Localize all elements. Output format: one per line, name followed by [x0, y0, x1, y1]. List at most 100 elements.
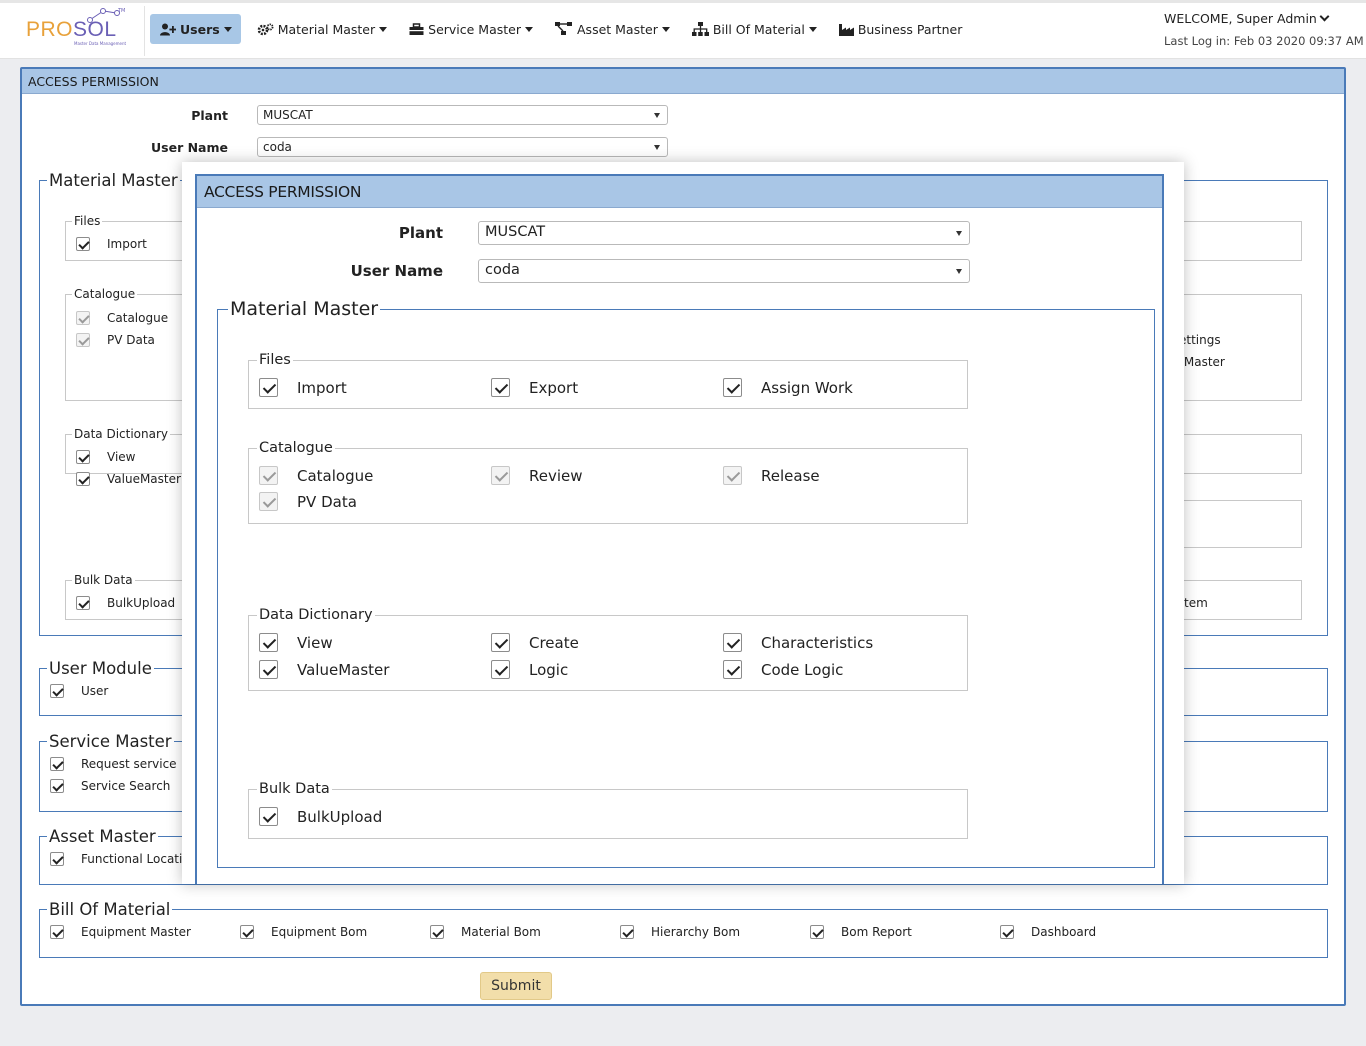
overlay-username-select[interactable]: coda [478, 259, 970, 283]
zoom-overlay: ACCESS PERMISSION Plant MUSCAT User Name… [182, 162, 1184, 884]
nav-asset-master[interactable]: Asset Master [555, 14, 670, 44]
plant-select[interactable]: MUSCAT [257, 105, 668, 125]
checkbox-catalogue[interactable]: Catalogue [76, 311, 168, 325]
overlay-checkbox-bulkupload[interactable]: BulkUpload [259, 807, 382, 826]
checkbox-bulkupload[interactable]: BulkUpload [76, 596, 175, 610]
checkbox[interactable] [76, 472, 90, 486]
caret-down-icon [379, 26, 388, 32]
checkbox[interactable] [723, 633, 742, 652]
checkbox[interactable] [76, 311, 90, 325]
checkbox-label: ValueMaster [297, 660, 390, 679]
overlay-checkbox-import[interactable]: Import [259, 378, 347, 397]
overlay-plant-select[interactable]: MUSCAT [478, 221, 970, 245]
overlay-checkbox-release[interactable]: Release [723, 466, 820, 485]
asset-master-legend: Asset Master [49, 827, 156, 846]
checkbox[interactable] [491, 378, 510, 397]
nav-bill-of-material[interactable]: Bill Of Material [691, 14, 817, 44]
checkbox[interactable] [50, 852, 64, 866]
overlay-checkbox-code-logic[interactable]: Code Logic [723, 660, 843, 679]
checkbox[interactable] [723, 378, 742, 397]
overlay-checkbox-valuemaster[interactable]: ValueMaster [259, 660, 389, 679]
checkbox[interactable] [50, 779, 64, 793]
nav-material-master[interactable]: Material Master [257, 14, 388, 44]
welcome-user-menu[interactable]: WELCOME, Super Admin [1164, 11, 1330, 26]
checkbox[interactable] [259, 660, 278, 679]
checkbox[interactable] [430, 925, 444, 939]
overlay-data-dictionary-group: Data Dictionary View Create Characterist… [248, 607, 968, 691]
checkbox[interactable] [491, 466, 510, 485]
gears-icon [257, 23, 274, 35]
checkbox-equipment-master[interactable]: Equipment Master [50, 925, 191, 939]
checkbox-import[interactable]: Import [76, 237, 147, 251]
checkbox[interactable] [50, 757, 64, 771]
prosol-logo[interactable]: PROSOL TM Master Data Management [26, 7, 146, 53]
checkbox[interactable] [240, 925, 254, 939]
overlay-checkbox-create[interactable]: Create [491, 633, 579, 652]
checkbox[interactable] [810, 925, 824, 939]
checkbox-equipment-bom[interactable]: Equipment Bom [240, 925, 367, 939]
checkbox[interactable] [723, 466, 742, 485]
checkbox-label: Logic [529, 660, 569, 679]
checkbox-bom-report[interactable]: Bom Report [810, 925, 912, 939]
checkbox[interactable] [259, 378, 278, 397]
checkbox-hierarchy-bom[interactable]: Hierarchy Bom [620, 925, 740, 939]
username-select[interactable]: coda [257, 137, 668, 157]
overlay-checkbox-catalogue[interactable]: Catalogue [259, 466, 373, 485]
overlay-checkbox-characteristics[interactable]: Characteristics [723, 633, 873, 652]
checkbox-material-bom[interactable]: Material Bom [430, 925, 541, 939]
nav-service-master-label: Service Master [428, 21, 521, 37]
checkbox[interactable] [491, 633, 510, 652]
caret-down-icon [808, 26, 817, 32]
checkbox-user[interactable]: User [50, 684, 108, 698]
checkbox-label: Create [529, 633, 579, 652]
caret-down-icon [525, 26, 533, 32]
overlay-plant-row: Plant MUSCAT [197, 221, 970, 245]
checkbox-dashboard[interactable]: Dashboard [1000, 925, 1096, 939]
checkbox[interactable] [1000, 925, 1014, 939]
data-dictionary-legend: Data Dictionary [74, 427, 169, 441]
checkbox[interactable] [50, 684, 64, 698]
checkbox-label: View [107, 450, 136, 464]
submit-button[interactable]: Submit [480, 972, 552, 1000]
checkbox[interactable] [491, 660, 510, 679]
checkbox-label: PV Data [107, 333, 155, 347]
checkbox-label: Export [529, 378, 579, 397]
overlay-panel-title: ACCESS PERMISSION [197, 176, 1162, 208]
checkbox[interactable] [723, 660, 742, 679]
checkbox-label: View [297, 633, 333, 652]
checkbox-label: BulkUpload [107, 596, 176, 610]
logo-wordmark: PROSOL [26, 18, 117, 41]
checkbox[interactable] [76, 450, 90, 464]
nav-users[interactable]: Users [150, 14, 241, 44]
checkbox-view[interactable]: View [76, 450, 135, 464]
service-master-legend: Service Master [49, 732, 172, 751]
checkbox-label: Review [529, 466, 583, 485]
overlay-checkbox-review[interactable]: Review [491, 466, 583, 485]
checkbox[interactable] [259, 633, 278, 652]
overlay-checkbox-logic[interactable]: Logic [491, 660, 568, 679]
material-master-legend: Material Master [49, 171, 178, 190]
checkbox[interactable] [76, 596, 90, 610]
checkbox[interactable] [620, 925, 634, 939]
checkbox[interactable] [259, 466, 278, 485]
overlay-checkbox-pv-data[interactable]: PV Data [259, 492, 357, 511]
checkbox[interactable] [50, 925, 64, 939]
overlay-material-master-legend: Material Master [230, 298, 379, 320]
checkbox-service-search[interactable]: Service Search [50, 779, 170, 793]
checkbox[interactable] [76, 237, 90, 251]
overlay-checkbox-assign-work[interactable]: Assign Work [723, 378, 853, 397]
checkbox[interactable] [259, 492, 278, 511]
overlay-checkbox-view[interactable]: View [259, 633, 333, 652]
catalogue-legend: Catalogue [74, 287, 136, 301]
nav-business-partner[interactable]: Business Partner [838, 14, 963, 44]
nav-business-partner-label: Business Partner [857, 21, 963, 37]
checkbox[interactable] [259, 807, 278, 826]
bulk-data-legend: Bulk Data [74, 573, 133, 587]
checkbox-request-service[interactable]: Request service [50, 757, 177, 771]
overlay-checkbox-export[interactable]: Export [491, 378, 578, 397]
checkbox-pv-data[interactable]: PV Data [76, 333, 155, 347]
checkbox-valuemaster[interactable]: ValueMaster [76, 472, 181, 486]
checkbox-functional-location[interactable]: Functional Locatio [50, 852, 190, 866]
nav-service-master[interactable]: Service Master [409, 14, 533, 44]
checkbox[interactable] [76, 333, 90, 347]
